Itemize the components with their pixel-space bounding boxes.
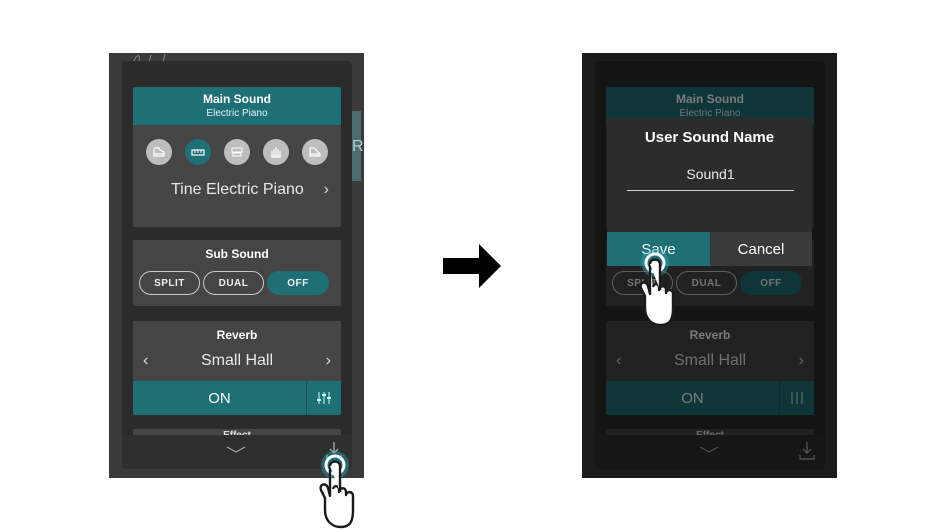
main-sound-title: Main Sound [203,92,271,106]
chevron-right-icon[interactable]: › [326,352,331,370]
background-label: R [352,138,364,155]
chevron-down-icon[interactable] [225,445,247,455]
tone-name: Tine Electric Piano [171,181,304,198]
user-sound-name-dialog: User Sound Name Sound1 Save Cancel [607,118,812,266]
split-button[interactable]: SPLIT [139,271,200,295]
tap-hand-icon [639,249,675,327]
main-sound-card: Main Sound Electric Piano Tine Electric … [133,87,341,227]
main-sound-category: Electric Piano [206,108,268,119]
off-button[interactable]: OFF [267,271,329,295]
sub-sound-card: Sub Sound SPLIT DUAL OFF [133,240,341,306]
sub-sound-title: Sub Sound [205,247,269,261]
cancel-button[interactable]: Cancel [710,232,812,266]
dialog-title: User Sound Name [644,129,775,146]
sound-name-input[interactable]: Sound1 [627,166,794,191]
chevron-left-icon[interactable]: ‹ [143,352,148,370]
electric-piano-icon[interactable] [184,139,211,165]
organ-icon[interactable] [223,139,250,165]
sub-sound-modes: SPLIT DUAL OFF [133,261,341,295]
dual-button[interactable]: DUAL [203,271,264,295]
reverb-type: Small Hall [200,352,273,369]
chevron-right-icon: › [323,181,329,198]
pipe-organ-icon[interactable] [263,139,290,165]
reverb-card: Reverb ‹ Small Hall › ON [133,321,341,415]
upright-piano-icon[interactable] [302,139,329,165]
grand-piano-icon[interactable] [145,139,172,165]
main-sound-header: Main Sound Electric Piano [133,87,341,125]
reverb-type-selector: ‹ Small Hall › [133,342,341,370]
category-icons [133,125,341,165]
tap-hand-icon [319,451,355,529]
sound-settings-sheet: Main Sound Electric Piano Tine Electric … [122,61,352,469]
app-screen-before: R Main Sound Electric Piano Tine Electri… [109,53,364,478]
reverb-settings-button[interactable] [306,381,341,415]
sliders-icon [317,392,331,404]
reverb-on-toggle[interactable]: ON [133,381,306,415]
arrow-right-icon [443,244,501,288]
tone-selector[interactable]: Tine Electric Piano › [133,165,341,199]
reverb-toggle-bar: ON [133,381,341,415]
reverb-title: Reverb [216,328,258,342]
